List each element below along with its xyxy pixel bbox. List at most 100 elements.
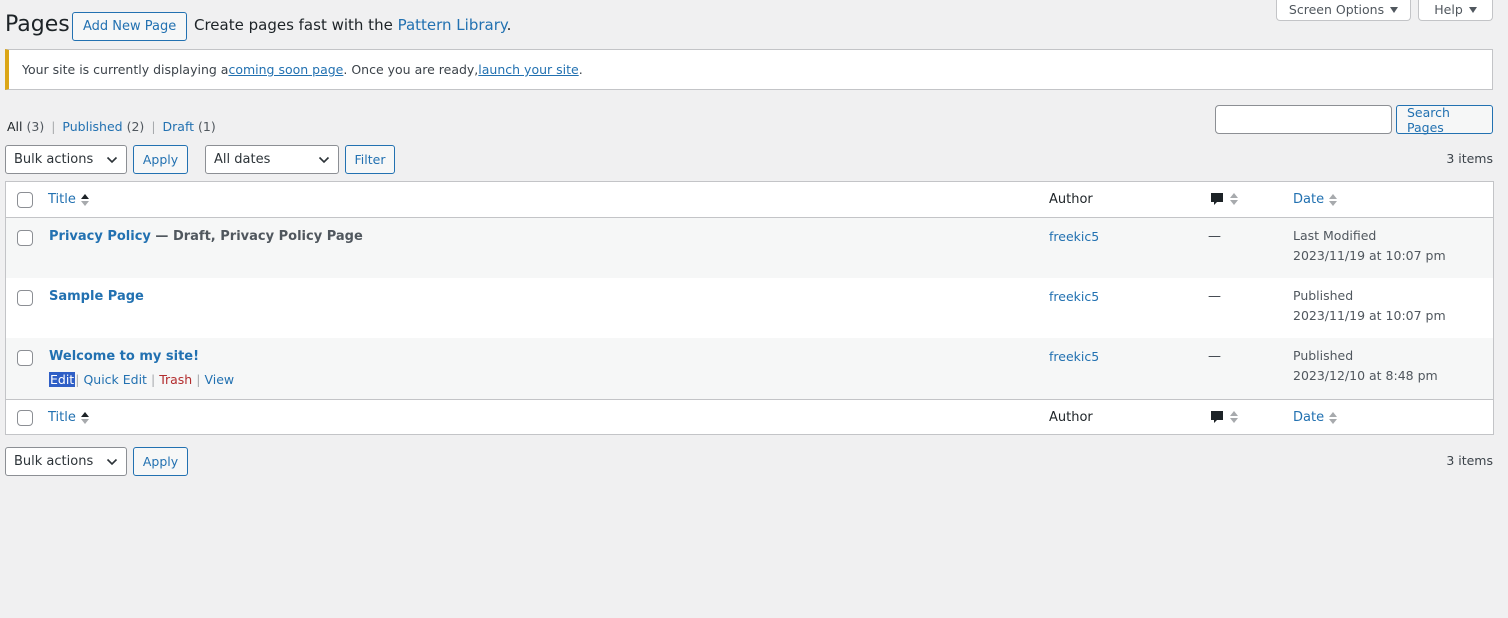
- sort-icon: [1230, 193, 1238, 205]
- date-cell: Published 2023/11/19 at 10:07 pm: [1293, 286, 1446, 326]
- caret-down-icon: [1390, 6, 1399, 13]
- sort-comments-header[interactable]: [1209, 191, 1238, 207]
- view-all-link[interactable]: All (3): [7, 119, 44, 134]
- chevron-down-icon: [106, 458, 118, 466]
- date-header-label: Date: [1293, 410, 1325, 425]
- table-row: Welcome to my site! Edit | Quick Edit | Tras…: [6, 338, 1493, 399]
- sort-icon: [80, 411, 89, 424]
- date-filter-select[interactable]: All dates: [205, 145, 339, 174]
- launch-site-link[interactable]: launch your site: [478, 62, 578, 77]
- comment-bubble-icon: [1211, 411, 1223, 423]
- sort-icon: [1329, 411, 1338, 424]
- bulk-actions-select[interactable]: Bulk actions: [5, 145, 127, 174]
- sort-date-header[interactable]: Date: [1293, 192, 1338, 207]
- table-row: Privacy Policy — Draft, Privacy Policy P…: [6, 218, 1493, 278]
- status-filter-links: All (3) | Published (2) | Draft (1): [7, 119, 216, 134]
- table-row: Sample Page freekic5 — Published 2023/11…: [6, 278, 1493, 338]
- bulk-actions-value: Bulk actions: [14, 152, 94, 167]
- search-pages-input[interactable]: [1215, 105, 1392, 134]
- table-footer-row: Title Author Date: [6, 399, 1493, 435]
- bulk-actions-value: Bulk actions: [14, 454, 94, 469]
- pages-table: Title Author Date Privacy Policy — Draft…: [5, 181, 1494, 435]
- items-count: 3 items: [1446, 151, 1493, 166]
- action-separator: |: [196, 372, 201, 387]
- author-header: Author: [1049, 192, 1093, 207]
- table-header-row: Title Author Date: [6, 182, 1493, 218]
- author-link[interactable]: freekic5: [1049, 349, 1099, 364]
- page-title-link[interactable]: Sample Page: [49, 289, 144, 304]
- date-status: Published: [1293, 288, 1354, 303]
- author-link[interactable]: freekic5: [1049, 289, 1099, 304]
- page-title-link[interactable]: Welcome to my site!: [49, 349, 199, 364]
- comment-bubble-icon: [1211, 193, 1223, 205]
- bulk-actions-select-bottom[interactable]: Bulk actions: [5, 447, 127, 476]
- select-all-checkbox[interactable]: [17, 192, 33, 208]
- title-header-label: Title: [48, 192, 76, 207]
- action-separator: |: [150, 372, 156, 387]
- row-title-cell: Welcome to my site!: [49, 349, 199, 364]
- screen-options-button[interactable]: Screen Options: [1276, 0, 1411, 21]
- row-checkbox[interactable]: [17, 230, 33, 246]
- date-value: 2023/11/19 at 10:07 pm: [1293, 248, 1446, 263]
- search-pages-button[interactable]: Search Pages: [1396, 105, 1493, 135]
- notice-middle: . Once you are ready,: [343, 62, 479, 77]
- date-status: Published: [1293, 348, 1354, 363]
- comment-count: —: [1208, 229, 1221, 244]
- sort-comments-header[interactable]: [1209, 409, 1238, 425]
- pattern-library-note: Create pages fast with the Pattern Libra…: [194, 16, 511, 34]
- row-title-cell: Privacy Policy — Draft, Privacy Policy P…: [49, 229, 363, 244]
- pattern-note-suffix: .: [506, 16, 512, 34]
- author-link[interactable]: freekic5: [1049, 229, 1099, 244]
- sort-title-header[interactable]: Title: [48, 410, 89, 425]
- view-draft-link[interactable]: Draft (1): [163, 119, 216, 134]
- coming-soon-notice: Your site is currently displaying a comi…: [5, 49, 1493, 90]
- screen-options-label: Screen Options: [1288, 1, 1385, 17]
- row-checkbox[interactable]: [17, 290, 33, 306]
- add-new-page-button[interactable]: Add New Page: [72, 12, 188, 41]
- select-all-checkbox[interactable]: [17, 410, 33, 426]
- title-header-label: Title: [48, 410, 76, 425]
- sort-icon: [80, 193, 89, 206]
- date-value: 2023/12/10 at 8:48 pm: [1293, 368, 1438, 383]
- row-checkbox[interactable]: [17, 350, 33, 366]
- comment-count: —: [1208, 349, 1221, 364]
- row-title-cell: Sample Page: [49, 289, 144, 304]
- date-cell: Last Modified 2023/11/19 at 10:07 pm: [1293, 226, 1446, 266]
- help-label: Help: [1434, 1, 1463, 17]
- quick-edit-link[interactable]: Quick Edit: [83, 372, 147, 387]
- date-header-label: Date: [1293, 192, 1325, 207]
- items-count-bottom: 3 items: [1446, 453, 1493, 468]
- filter-button[interactable]: Filter: [345, 145, 395, 174]
- view-separator: |: [51, 119, 56, 134]
- apply-button-bottom[interactable]: Apply: [133, 447, 188, 476]
- date-status: Last Modified: [1293, 228, 1377, 243]
- author-header: Author: [1049, 410, 1093, 425]
- sort-icon: [1230, 411, 1238, 423]
- page-title-link[interactable]: Privacy Policy: [49, 229, 151, 244]
- post-state: — Draft, Privacy Policy Page: [150, 229, 363, 244]
- notice-suffix: .: [578, 62, 583, 77]
- sort-date-header[interactable]: Date: [1293, 410, 1338, 425]
- date-filter-value: All dates: [214, 152, 271, 167]
- row-actions: Edit | Quick Edit | Trash | View: [49, 372, 234, 387]
- apply-button[interactable]: Apply: [133, 145, 188, 174]
- sort-title-header[interactable]: Title: [48, 192, 89, 207]
- action-separator: |: [75, 372, 80, 387]
- pattern-library-link[interactable]: Pattern Library: [398, 16, 507, 34]
- view-separator: |: [151, 119, 156, 134]
- view-published-link[interactable]: Published (2): [62, 119, 144, 134]
- page-title: Pages: [5, 12, 70, 37]
- caret-down-icon: [1468, 6, 1477, 13]
- comment-count: —: [1208, 289, 1221, 304]
- date-value: 2023/11/19 at 10:07 pm: [1293, 308, 1446, 323]
- trash-link[interactable]: Trash: [159, 372, 192, 387]
- help-button[interactable]: Help: [1418, 0, 1493, 21]
- coming-soon-page-link[interactable]: coming soon page: [228, 62, 343, 77]
- chevron-down-icon: [106, 156, 118, 164]
- view-link[interactable]: View: [204, 372, 234, 387]
- edit-link[interactable]: Edit: [49, 372, 76, 387]
- chevron-down-icon: [318, 156, 330, 164]
- sort-icon: [1329, 193, 1338, 206]
- notice-prefix: Your site is currently displaying a: [22, 62, 229, 77]
- date-cell: Published 2023/12/10 at 8:48 pm: [1293, 346, 1438, 386]
